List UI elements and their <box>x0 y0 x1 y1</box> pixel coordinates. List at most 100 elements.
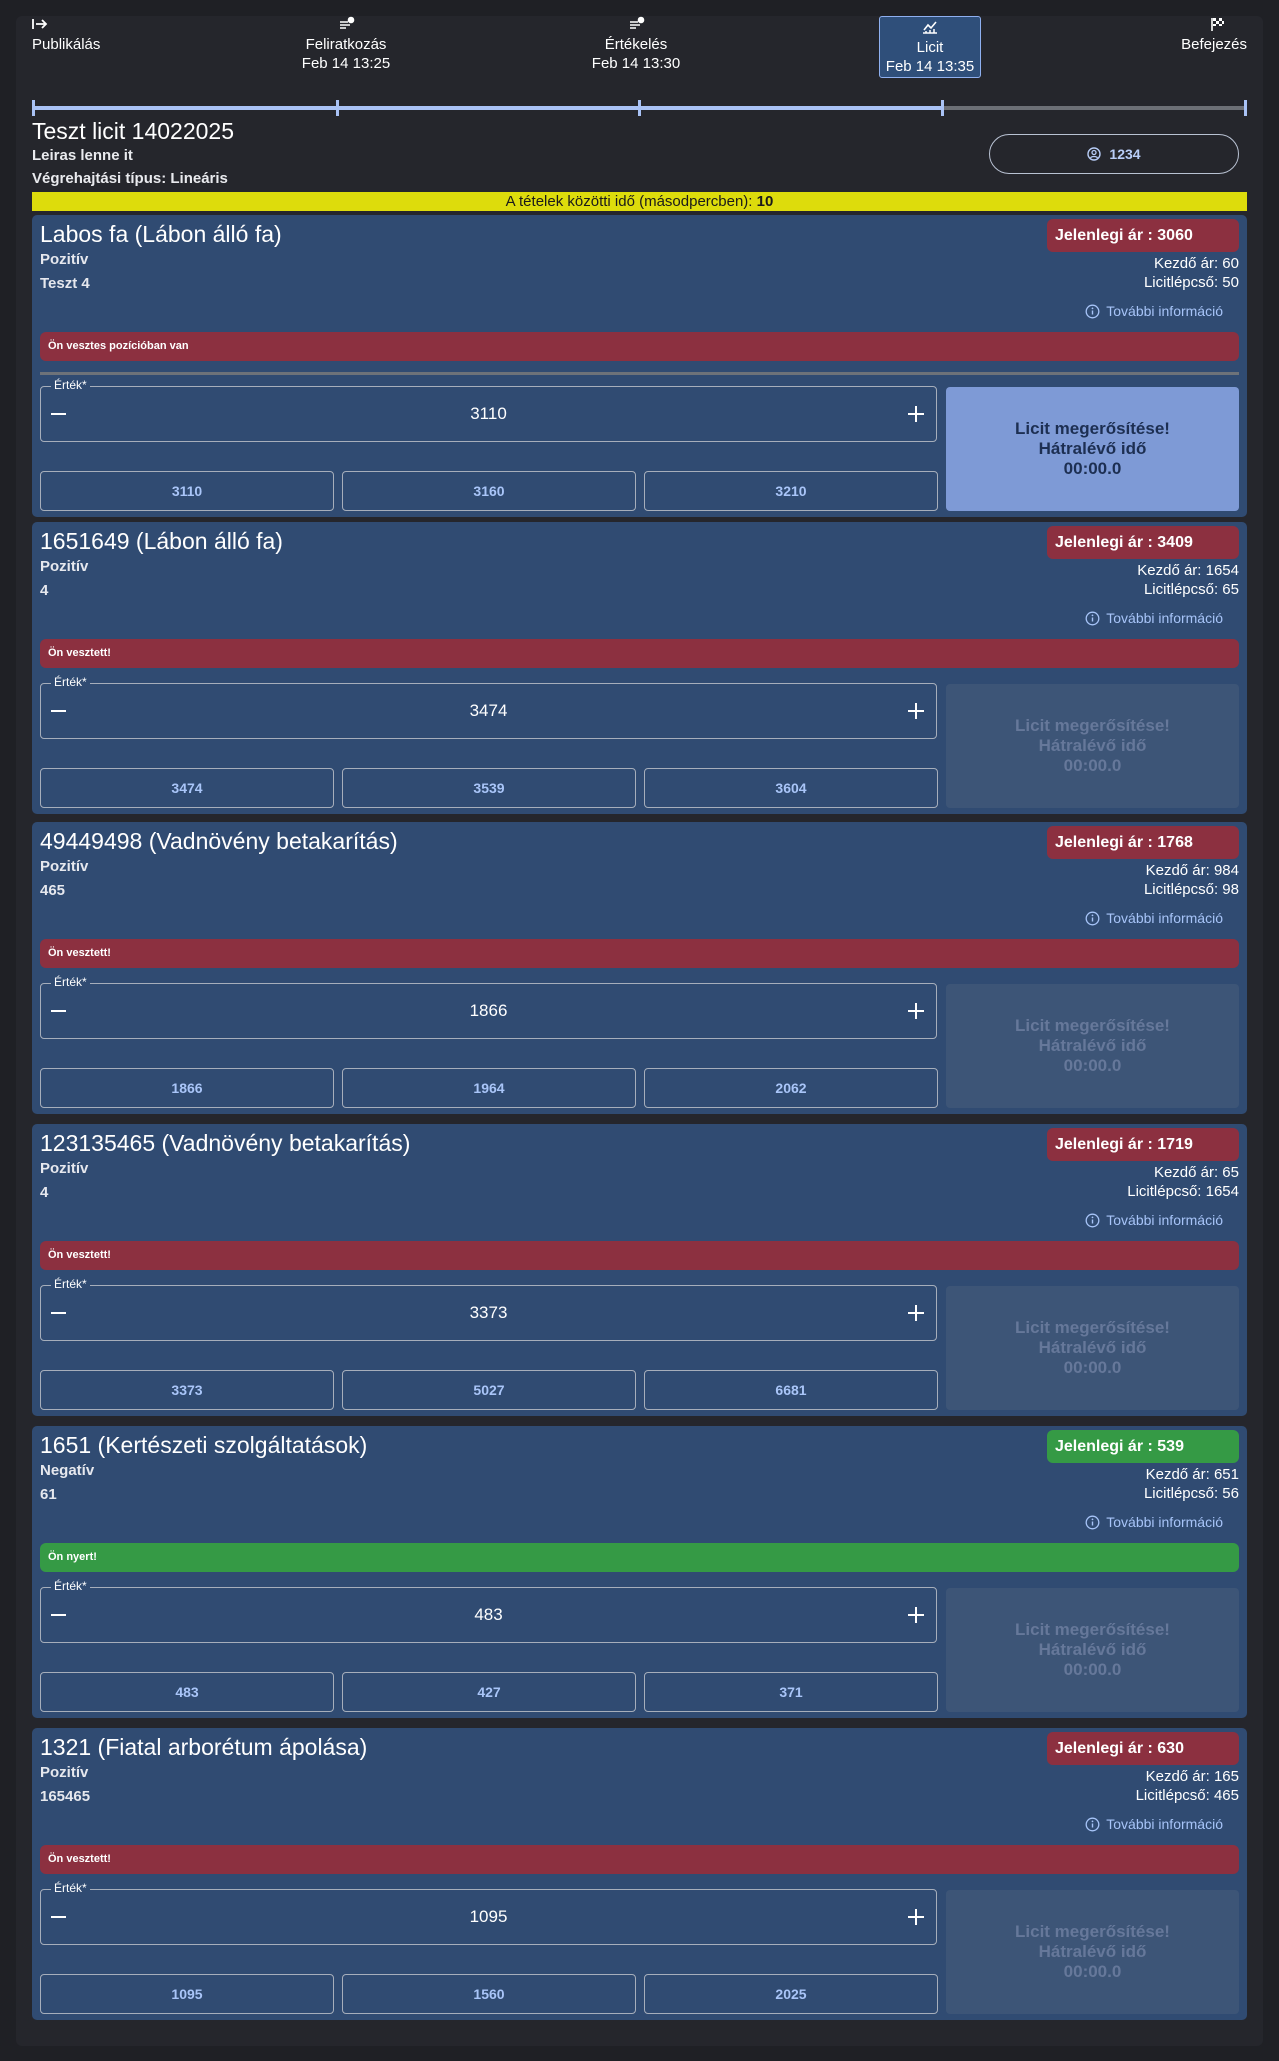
item-subtitle: 4 <box>40 1184 49 1201</box>
more-info-link[interactable]: További információ <box>1085 1514 1223 1530</box>
bid-value-field[interactable]: Érték* 3474 <box>40 675 937 739</box>
item-subtitle: 61 <box>40 1486 57 1503</box>
step-label: Feliratkozás <box>305 36 387 53</box>
step-label: Értékelés <box>604 36 668 53</box>
item-title: 1651 (Kertészeti szolgáltatások) <box>40 1432 368 1458</box>
user-id: 1234 <box>1109 146 1141 162</box>
start-price: Kezdő ár: 651 <box>1145 1466 1239 1483</box>
user-button[interactable]: 1234 <box>989 134 1239 174</box>
execution-type-label: Végrehajtási típus: <box>32 170 171 187</box>
item-title: Labos fa (Lábon álló fa) <box>40 221 282 247</box>
step-licit[interactable]: Licit Feb 14 13:35 <box>879 16 981 78</box>
confirm-label: Licit megerősítése! <box>1015 1016 1170 1035</box>
current-price-badge: Jelenlegi ár : 3409 <box>1047 526 1239 559</box>
quick-bid-button[interactable]: 3604 <box>644 768 938 808</box>
bid-value-input[interactable]: 3474 <box>81 701 896 721</box>
quick-bid-button[interactable]: 1095 <box>40 1974 334 2014</box>
quick-bid-button[interactable]: 427 <box>342 1672 636 1712</box>
quick-bid-button[interactable]: 6681 <box>644 1370 938 1410</box>
step-befejezes[interactable]: Befejezés <box>1160 16 1247 54</box>
more-info-link[interactable]: További információ <box>1085 303 1223 319</box>
bid-value-input[interactable]: 1095 <box>81 1907 896 1927</box>
quick-bid-button[interactable]: 371 <box>644 1672 938 1712</box>
more-info-link[interactable]: További információ <box>1085 1212 1223 1228</box>
step-feliratkozas[interactable]: Feliratkozás Feb 14 13:25 <box>296 16 396 73</box>
field-label: Érték* <box>51 975 90 989</box>
auction-item-card: 123135465 (Vadnövény betakarítás) Pozití… <box>32 1124 1247 1416</box>
minus-icon[interactable] <box>51 413 66 415</box>
info-icon <box>1085 911 1100 925</box>
remaining-time-label: Hátralévő idő <box>1038 1036 1147 1055</box>
page-title: Teszt licit 14022025 <box>32 118 235 144</box>
confirm-bid-button: Licit megerősítése! Hátralévő idő 00:00.… <box>946 1588 1239 1712</box>
more-info-label: További információ <box>1106 1816 1223 1832</box>
item-title: 123135465 (Vadnövény betakarítás) <box>40 1130 411 1156</box>
bid-value-field[interactable]: Érték* 1095 <box>40 1881 937 1945</box>
quick-bid-button[interactable]: 483 <box>40 1672 334 1712</box>
quick-bid-button[interactable]: 5027 <box>342 1370 636 1410</box>
chart-line-icon <box>884 19 976 37</box>
bid-step: Licitlépcső: 465 <box>1135 1787 1239 1804</box>
plus-icon[interactable] <box>908 1909 924 1925</box>
confirm-label: Licit megerősítése! <box>1015 1620 1170 1639</box>
more-info-label: További információ <box>1106 610 1223 626</box>
progress-fill <box>32 106 944 110</box>
remaining-time-value: 00:00.0 <box>1063 1660 1122 1679</box>
confirm-label: Licit megerősítése! <box>1015 716 1170 735</box>
plus-icon[interactable] <box>908 703 924 719</box>
quick-bid-button[interactable]: 1560 <box>342 1974 636 2014</box>
quick-bid-button[interactable]: 2062 <box>644 1068 938 1108</box>
plus-icon[interactable] <box>908 406 924 422</box>
more-info-link[interactable]: További információ <box>1085 610 1223 626</box>
plus-icon[interactable] <box>908 1607 924 1623</box>
remaining-time-value: 00:00.0 <box>1063 1358 1122 1377</box>
minus-icon[interactable] <box>51 1312 66 1314</box>
minus-icon[interactable] <box>51 1916 66 1918</box>
remaining-time-label: Hátralévő idő <box>1038 736 1147 755</box>
quick-bid-button[interactable]: 3160 <box>342 471 636 511</box>
bid-step: Licitlépcső: 56 <box>1143 1485 1239 1502</box>
step-label: Befejezés <box>1181 36 1247 53</box>
plus-icon[interactable] <box>908 1305 924 1321</box>
item-type: Pozitív <box>40 858 89 875</box>
quick-bid-button[interactable]: 1964 <box>342 1068 636 1108</box>
bid-value-input[interactable]: 3373 <box>81 1303 896 1323</box>
current-price-badge: Jelenlegi ár : 1719 <box>1047 1128 1239 1161</box>
description: Leiras lenne it <box>32 147 133 164</box>
bid-value-field[interactable]: Érték* 483 <box>40 1579 937 1643</box>
step-ertekeles[interactable]: Értékelés Feb 14 13:30 <box>586 16 686 73</box>
auction-item-card: 49449498 (Vadnövény betakarítás) Pozitív… <box>32 822 1247 1114</box>
quick-bid-button[interactable]: 1866 <box>40 1068 334 1108</box>
quick-bid-button[interactable]: 3373 <box>40 1370 334 1410</box>
more-info-link[interactable]: További információ <box>1085 1816 1223 1832</box>
item-type: Pozitív <box>40 558 89 575</box>
quick-bid-button[interactable]: 2025 <box>644 1974 938 2014</box>
bid-value-input[interactable]: 483 <box>81 1605 896 1625</box>
quick-bid-button[interactable]: 3539 <box>342 768 636 808</box>
quick-bid-button[interactable]: 3210 <box>644 471 938 511</box>
step-label: Licit <box>916 39 944 56</box>
item-subtitle: Teszt 4 <box>40 275 90 292</box>
minus-icon[interactable] <box>51 710 66 712</box>
more-info-label: További információ <box>1106 1514 1223 1530</box>
field-label: Érték* <box>51 378 90 392</box>
bid-value-field[interactable]: Érték* 3373 <box>40 1277 937 1341</box>
field-label: Érték* <box>51 1277 90 1291</box>
quick-bid-button[interactable]: 3110 <box>40 471 334 511</box>
plus-icon[interactable] <box>908 1003 924 1019</box>
bid-step: Licitlépcső: 50 <box>1143 274 1239 291</box>
bid-value-field[interactable]: Érték* 1866 <box>40 975 937 1039</box>
more-info-label: További információ <box>1106 910 1223 926</box>
step-publikalas[interactable]: Publikálás <box>32 16 100 54</box>
more-info-link[interactable]: További információ <box>1085 910 1223 926</box>
banner-text: A tételek közötti idő (másodpercben): <box>505 193 757 210</box>
bid-value-input[interactable]: 1866 <box>81 1001 896 1021</box>
bid-value-input[interactable]: 3110 <box>81 404 896 424</box>
remaining-time-value: 00:00.0 <box>1063 1056 1122 1075</box>
item-title: 1321 (Fiatal arborétum ápolása) <box>40 1734 368 1760</box>
quick-bid-button[interactable]: 3474 <box>40 768 334 808</box>
minus-icon[interactable] <box>51 1614 66 1616</box>
minus-icon[interactable] <box>51 1010 66 1012</box>
confirm-bid-button[interactable]: Licit megerősítése! Hátralévő idő 00:00.… <box>946 387 1239 511</box>
bid-value-field[interactable]: Érték* 3110 <box>40 378 937 442</box>
